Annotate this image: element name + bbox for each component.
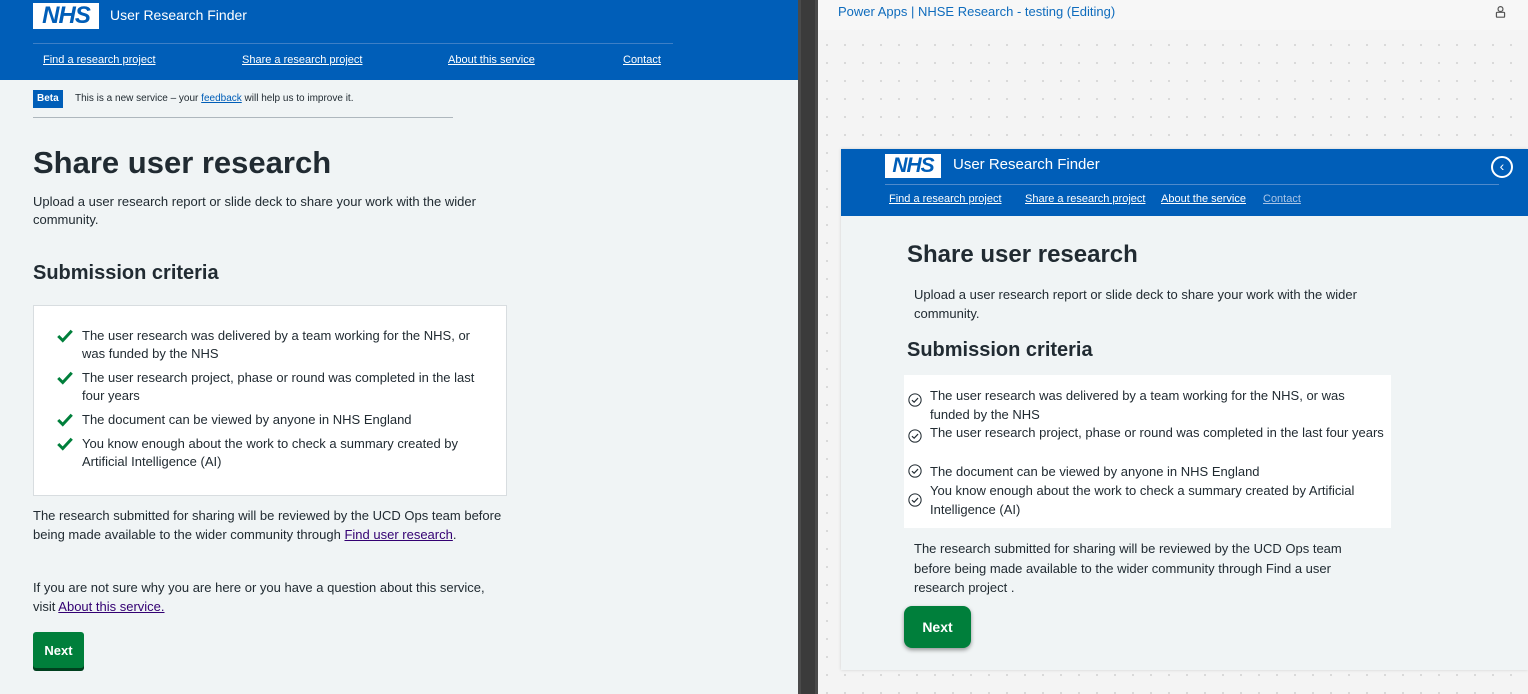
right-pane-power-apps: Power Apps | NHSE Research - testing (Ed… bbox=[818, 0, 1528, 694]
splitter-handle[interactable] bbox=[801, 0, 815, 694]
pane-splitter[interactable] bbox=[798, 0, 818, 694]
about-service-link[interactable]: About this service. bbox=[58, 599, 164, 614]
next-button[interactable]: Next bbox=[904, 606, 971, 648]
criteria-text: The user research project, phase or roun… bbox=[930, 425, 1384, 440]
page-title: Share user research bbox=[33, 145, 332, 180]
feedback-link[interactable]: feedback bbox=[201, 93, 242, 104]
criteria-text: The user research was delivered by a tea… bbox=[82, 328, 471, 361]
power-apps-topbar: Power Apps | NHSE Research - testing (Ed… bbox=[818, 0, 1528, 30]
beta-tag: Beta bbox=[33, 90, 63, 108]
nav-contact[interactable]: Contact bbox=[1263, 193, 1301, 205]
nav-share-research[interactable]: Share a research project bbox=[242, 54, 362, 66]
criteria-text: The document can be viewed by anyone in … bbox=[82, 412, 412, 427]
header-divider bbox=[885, 184, 1499, 185]
review-note: The research submitted for sharing will … bbox=[33, 507, 503, 544]
beta-text-after: will help us to improve it. bbox=[241, 93, 354, 104]
site-header: NHS User Research Finder Find a research… bbox=[0, 0, 798, 80]
check-circle-icon bbox=[908, 429, 922, 443]
nav-contact[interactable]: Contact bbox=[623, 54, 661, 66]
app-header: NHS User Research Finder ‹ Find a resear… bbox=[841, 149, 1528, 216]
criteria-list: The user research was delivered by a tea… bbox=[904, 375, 1391, 528]
check-icon bbox=[57, 413, 73, 427]
check-circle-icon bbox=[908, 464, 922, 478]
criteria-text: You know enough about the work to check … bbox=[930, 483, 1355, 517]
chevron-left-circle-icon[interactable]: ‹ bbox=[1491, 156, 1513, 178]
service-name[interactable]: User Research Finder bbox=[110, 7, 247, 23]
check-icon bbox=[57, 437, 73, 451]
user-lock-icon[interactable] bbox=[1494, 5, 1507, 21]
next-button[interactable]: Next bbox=[33, 632, 84, 668]
criteria-heading: Submission criteria bbox=[33, 262, 219, 284]
nav-find-research[interactable]: Find a research project bbox=[43, 54, 156, 66]
app-canvas: NHS User Research Finder ‹ Find a resear… bbox=[841, 149, 1528, 670]
nav-find-research[interactable]: Find a research project bbox=[889, 193, 1002, 205]
nhs-logo: NHS bbox=[885, 154, 941, 178]
criteria-text: You know enough about the work to check … bbox=[82, 436, 459, 469]
criteria-list: The user research was delivered by a tea… bbox=[33, 305, 507, 496]
criteria-text: The user research was delivered by a tea… bbox=[930, 388, 1345, 422]
service-name: User Research Finder bbox=[953, 156, 1100, 173]
check-icon bbox=[57, 329, 73, 343]
beta-text-before: This is a new service – your bbox=[75, 93, 202, 104]
find-user-research-link[interactable]: Find user research bbox=[344, 527, 452, 542]
check-circle-icon bbox=[908, 493, 922, 507]
nav-about-service[interactable]: About this service bbox=[448, 54, 535, 66]
check-icon bbox=[57, 371, 73, 385]
beta-text: This is a new service – your feedback wi… bbox=[75, 93, 353, 104]
criteria-text: The document can be viewed by anyone in … bbox=[930, 464, 1260, 479]
app-title[interactable]: Power Apps | NHSE Research - testing (Ed… bbox=[838, 4, 1115, 19]
review-note-end: . bbox=[452, 526, 457, 542]
review-note: The research submitted for sharing will … bbox=[914, 541, 1342, 595]
criteria-heading: Submission criteria bbox=[907, 339, 1093, 361]
nav-share-research[interactable]: Share a research project bbox=[1025, 193, 1145, 205]
header-divider bbox=[33, 43, 673, 44]
help-text: If you are not sure why you are here or … bbox=[33, 579, 503, 616]
nhs-logo[interactable]: NHS bbox=[33, 3, 99, 29]
check-circle-icon bbox=[908, 393, 922, 407]
nav-about-service[interactable]: About the service bbox=[1161, 193, 1246, 205]
intro-text: Upload a user research report or slide d… bbox=[914, 287, 1357, 321]
beta-banner: Beta This is a new service – your feedba… bbox=[33, 90, 453, 118]
intro-text: Upload a user research report or slide d… bbox=[33, 194, 476, 227]
page-title: Share user research bbox=[907, 241, 1138, 268]
left-pane-website: NHS User Research Finder Find a research… bbox=[0, 0, 798, 694]
criteria-text: The user research project, phase or roun… bbox=[82, 370, 475, 403]
